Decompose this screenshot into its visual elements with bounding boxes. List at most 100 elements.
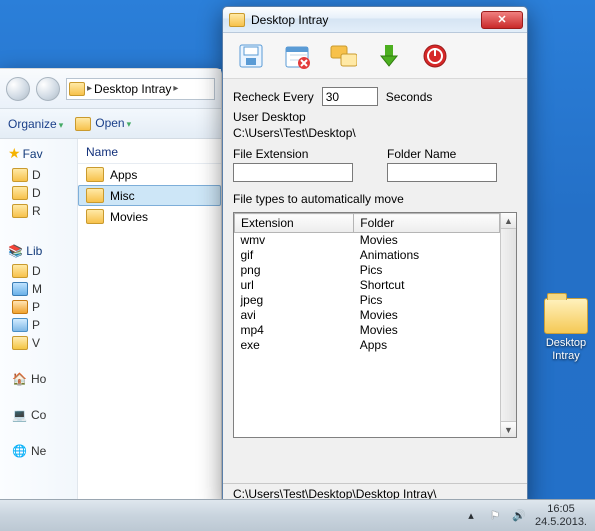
flag-icon[interactable]: ⚑ bbox=[487, 508, 503, 524]
cell-extension: jpeg bbox=[235, 293, 354, 308]
table-row[interactable]: urlShortcut bbox=[235, 278, 500, 293]
table-row[interactable]: pngPics bbox=[235, 263, 500, 278]
power-icon bbox=[421, 42, 449, 70]
filetypes-label: File types to automatically move bbox=[233, 192, 517, 206]
chevron-up-icon[interactable]: ▴ bbox=[463, 508, 479, 524]
cell-extension: wmv bbox=[235, 233, 354, 249]
cell-extension: avi bbox=[235, 308, 354, 323]
list-item-label: Apps bbox=[110, 168, 137, 182]
nav-item[interactable]: P bbox=[0, 316, 77, 334]
folder-icon bbox=[86, 167, 104, 182]
table-row[interactable]: wmvMovies bbox=[235, 233, 500, 249]
scroll-down-icon[interactable]: ▼ bbox=[501, 421, 516, 437]
nav-item[interactable]: D bbox=[0, 184, 77, 202]
list-item-label: Misc bbox=[110, 189, 135, 203]
cell-extension: mp4 bbox=[235, 323, 354, 338]
cell-folder: Animations bbox=[354, 248, 500, 263]
nav-computer[interactable]: 💻 Co bbox=[0, 406, 77, 424]
chevron-right-icon: ▸ bbox=[173, 83, 178, 94]
table-row[interactable]: aviMovies bbox=[235, 308, 500, 323]
nav-item[interactable]: V bbox=[0, 334, 77, 352]
cell-extension: gif bbox=[235, 248, 354, 263]
column-header-extension[interactable]: Extension bbox=[235, 214, 354, 233]
folder-open-icon bbox=[75, 117, 91, 131]
nav-item[interactable]: D bbox=[0, 166, 77, 184]
close-icon: ✕ bbox=[497, 13, 506, 26]
file-extension-input[interactable] bbox=[233, 163, 353, 182]
table-row[interactable]: gifAnimations bbox=[235, 248, 500, 263]
settings-form: Recheck Every Seconds User Desktop C:\Us… bbox=[223, 79, 527, 212]
nav-libraries[interactable]: 📚 Lib bbox=[0, 238, 77, 262]
cell-folder: Pics bbox=[354, 263, 500, 278]
cell-extension: exe bbox=[235, 338, 354, 353]
scroll-up-icon[interactable]: ▲ bbox=[501, 213, 516, 229]
folder-icon bbox=[86, 209, 104, 224]
cell-folder: Shortcut bbox=[354, 278, 500, 293]
explorer-nav-pane: ★Fav D D R 📚 Lib D M P P V 🏠 Ho 💻 Co 🌐 N… bbox=[0, 139, 78, 530]
download-button[interactable] bbox=[369, 37, 409, 75]
table-row[interactable]: jpegPics bbox=[235, 293, 500, 308]
cell-extension: url bbox=[235, 278, 354, 293]
list-item[interactable]: Misc bbox=[78, 185, 221, 206]
calendar-x-icon bbox=[283, 42, 311, 70]
folder-icon bbox=[12, 204, 28, 218]
open-menu[interactable]: Open▾ bbox=[75, 116, 131, 131]
nav-homegroup[interactable]: 🏠 Ho bbox=[0, 370, 77, 388]
recheck-interval-input[interactable] bbox=[322, 87, 378, 106]
list-item[interactable]: Movies bbox=[78, 206, 221, 227]
seconds-label: Seconds bbox=[386, 90, 433, 104]
table-row[interactable]: exeApps bbox=[235, 338, 500, 353]
explorer-command-bar: Organize▾ Open▾ bbox=[0, 109, 221, 139]
taskbar: ▴ ⚑ 🔊 16:05 24.5.2013. bbox=[0, 499, 595, 531]
cell-folder: Apps bbox=[354, 338, 500, 353]
nav-forward-button[interactable] bbox=[36, 77, 60, 101]
save-icon bbox=[237, 42, 265, 70]
system-tray: ▴ ⚑ 🔊 16:05 24.5.2013. bbox=[463, 503, 587, 529]
cell-folder: Pics bbox=[354, 293, 500, 308]
chevron-right-icon: ▸ bbox=[87, 83, 92, 94]
folder-icon bbox=[544, 298, 588, 334]
list-item-label: Movies bbox=[110, 210, 148, 224]
save-button[interactable] bbox=[231, 37, 271, 75]
taskbar-clock[interactable]: 16:05 24.5.2013. bbox=[535, 503, 587, 529]
toolbar bbox=[223, 33, 527, 79]
nav-item[interactable]: M bbox=[0, 280, 77, 298]
nav-item[interactable]: D bbox=[0, 262, 77, 280]
folder-icon bbox=[12, 168, 28, 182]
folders-button[interactable] bbox=[323, 37, 363, 75]
music-icon bbox=[12, 282, 28, 296]
cell-folder: Movies bbox=[354, 308, 500, 323]
nav-item[interactable]: R bbox=[0, 202, 77, 220]
table-row[interactable]: mp4Movies bbox=[235, 323, 500, 338]
desktop-shortcut[interactable]: DesktopIntray bbox=[541, 298, 591, 363]
folder-name-input[interactable] bbox=[387, 163, 497, 182]
nav-favorites[interactable]: ★Fav bbox=[0, 139, 77, 166]
close-button[interactable]: ✕ bbox=[481, 11, 523, 29]
explorer-content: Name Apps Misc Movies bbox=[78, 139, 221, 530]
recheck-label: Recheck Every bbox=[233, 90, 314, 104]
table-scrollbar[interactable]: ▲ ▼ bbox=[500, 213, 516, 437]
folder-icon bbox=[86, 188, 104, 203]
pictures-icon bbox=[12, 300, 28, 314]
desktop-shortcut-label: DesktopIntray bbox=[541, 337, 591, 363]
user-desktop-path: C:\Users\Test\Desktop\ bbox=[233, 126, 517, 142]
folder-name-label: Folder Name bbox=[387, 147, 517, 161]
list-item[interactable]: Apps bbox=[78, 164, 221, 185]
breadcrumb[interactable]: ▸ Desktop Intray ▸ bbox=[66, 78, 215, 100]
title-bar[interactable]: Desktop Intray ✕ bbox=[223, 7, 527, 33]
column-header-name[interactable]: Name bbox=[78, 139, 221, 164]
nav-network[interactable]: 🌐 Ne bbox=[0, 442, 77, 460]
app-icon bbox=[229, 13, 245, 27]
organize-menu[interactable]: Organize▾ bbox=[8, 117, 63, 131]
user-desktop-label: User Desktop bbox=[233, 110, 517, 126]
desktop-intray-window: Desktop Intray ✕ Recheck Every Seconds U… bbox=[222, 6, 528, 506]
column-header-folder[interactable]: Folder bbox=[354, 214, 500, 233]
filetypes-table: Extension Folder wmvMoviesgifAnimationsp… bbox=[233, 212, 517, 438]
schedule-delete-button[interactable] bbox=[277, 37, 317, 75]
nav-item[interactable]: P bbox=[0, 298, 77, 316]
nav-back-button[interactable] bbox=[6, 77, 30, 101]
speaker-icon[interactable]: 🔊 bbox=[511, 508, 527, 524]
cell-extension: png bbox=[235, 263, 354, 278]
download-arrow-icon bbox=[375, 42, 403, 70]
power-button[interactable] bbox=[415, 37, 455, 75]
